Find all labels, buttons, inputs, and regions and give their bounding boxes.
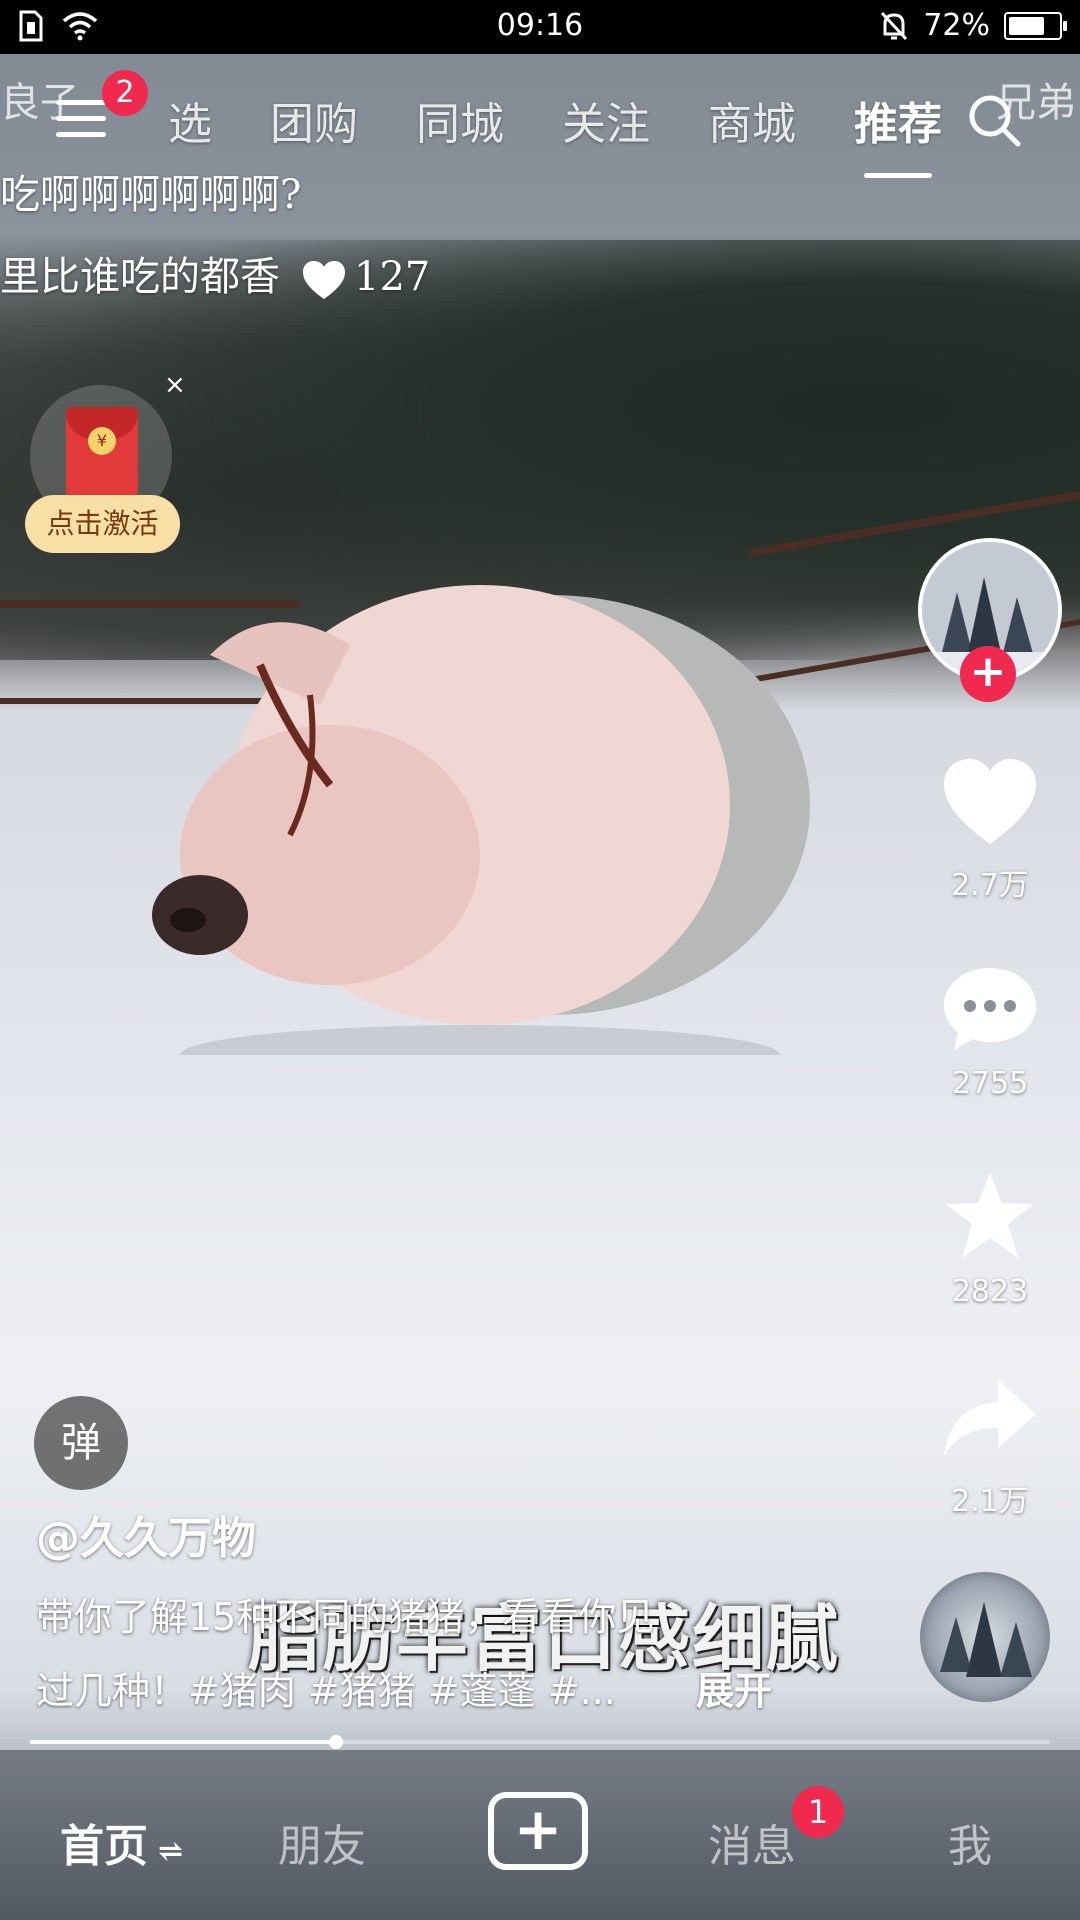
red-packet-close-icon[interactable]: × — [164, 370, 186, 400]
battery-fill — [1009, 16, 1044, 35]
search-icon[interactable] — [966, 92, 1022, 148]
messages-badge: 1 — [792, 1786, 844, 1838]
share-count: 2.1万 — [951, 1484, 1029, 1519]
overlay-comment-2-text: 里比谁吃的都香 — [0, 254, 280, 300]
red-envelope-icon: ¥ — [66, 407, 138, 499]
heart-icon — [944, 759, 1036, 844]
activate-button[interactable]: 点击激活 — [25, 495, 180, 553]
app-screen: 脂肪丰富口感细腻 09:16 72% 良子 兄弟 2 选 团购 同城 关注 商城… — [0, 0, 1080, 1920]
nav-me[interactable]: 我 — [948, 1810, 992, 1874]
create-button[interactable]: + — [488, 1792, 588, 1870]
nav-home[interactable]: 首页 ⇌ — [60, 1810, 183, 1874]
description-line-2[interactable]: 过几种！#猪肉 #猪猪 #蓬蓬 #... — [36, 1654, 796, 1728]
share-action[interactable]: 2.1万 — [930, 1372, 1050, 1520]
comment-count: 2755 — [951, 1066, 1029, 1101]
progress-played — [30, 1740, 336, 1744]
top-tabs: 选 团购 同城 关注 商城 推荐 — [168, 88, 1000, 178]
like-count: 2.7万 — [951, 868, 1029, 903]
bottom-nav: 首页 ⇌ 朋友 + 消息 1 我 — [0, 1750, 1080, 1920]
battery-percent: 72% — [923, 8, 990, 43]
heart-outline-icon — [303, 261, 345, 299]
overlay-comment-2: 里比谁吃的都香 127 — [0, 244, 430, 302]
progress-knob[interactable] — [329, 1735, 343, 1749]
coin-icon: ¥ — [88, 427, 116, 455]
nav-home-label: 首页 — [60, 1821, 148, 1872]
pig-image — [152, 585, 810, 1055]
video-progress-bar[interactable] — [30, 1735, 1050, 1749]
follow-button[interactable]: + — [960, 646, 1016, 702]
mute-bell-icon — [881, 11, 908, 40]
description-line-1: 带你了解15种不同的猪猪，看看你见 — [36, 1595, 655, 1639]
overlay-comment-1: 吃啊啊啊啊啊啊? — [0, 172, 302, 218]
status-right: 72% — [879, 8, 1067, 43]
expand-button[interactable]: 展开 — [696, 1654, 772, 1728]
star-icon — [946, 1173, 1034, 1258]
danmu-toggle-button[interactable]: 弹 — [34, 1396, 128, 1490]
music-disc-forest-image — [940, 1602, 1032, 1677]
music-disc[interactable] — [920, 1572, 1050, 1702]
tab-recommend[interactable]: 推荐 — [854, 88, 942, 178]
like-action[interactable]: 2.7万 — [930, 756, 1050, 904]
menu-icon[interactable] — [56, 100, 106, 140]
nav-friends[interactable]: 朋友 — [278, 1810, 366, 1874]
menu-badge: 2 — [102, 70, 148, 116]
battery-icon — [1004, 11, 1067, 40]
comment-bubble-icon — [944, 968, 1036, 1050]
overlay-comment-likes: 127 — [354, 254, 431, 300]
favorite-action[interactable]: 2823 — [930, 1170, 1050, 1309]
comment-action[interactable]: 2755 — [930, 962, 1050, 1101]
tab-following[interactable]: 关注 — [562, 88, 650, 152]
refresh-icon: ⇌ — [158, 1834, 184, 1869]
author-name[interactable]: @久久万物 — [36, 1502, 256, 1566]
tab-group-buy[interactable]: 团购 — [270, 88, 358, 152]
status-bar: 09:16 72% — [0, 0, 1080, 54]
nav-messages[interactable]: 消息 — [708, 1810, 796, 1874]
share-arrow-icon — [944, 1380, 1036, 1456]
tab-mall[interactable]: 商城 — [708, 88, 796, 152]
favorite-count: 2823 — [951, 1274, 1029, 1309]
video-description: 带你了解15种不同的猪猪，看看你见 过几种！#猪肉 #猪猪 #蓬蓬 #... 展… — [36, 1580, 796, 1728]
tab-local[interactable]: 同城 — [416, 88, 504, 152]
tab-select[interactable]: 选 — [168, 88, 212, 152]
